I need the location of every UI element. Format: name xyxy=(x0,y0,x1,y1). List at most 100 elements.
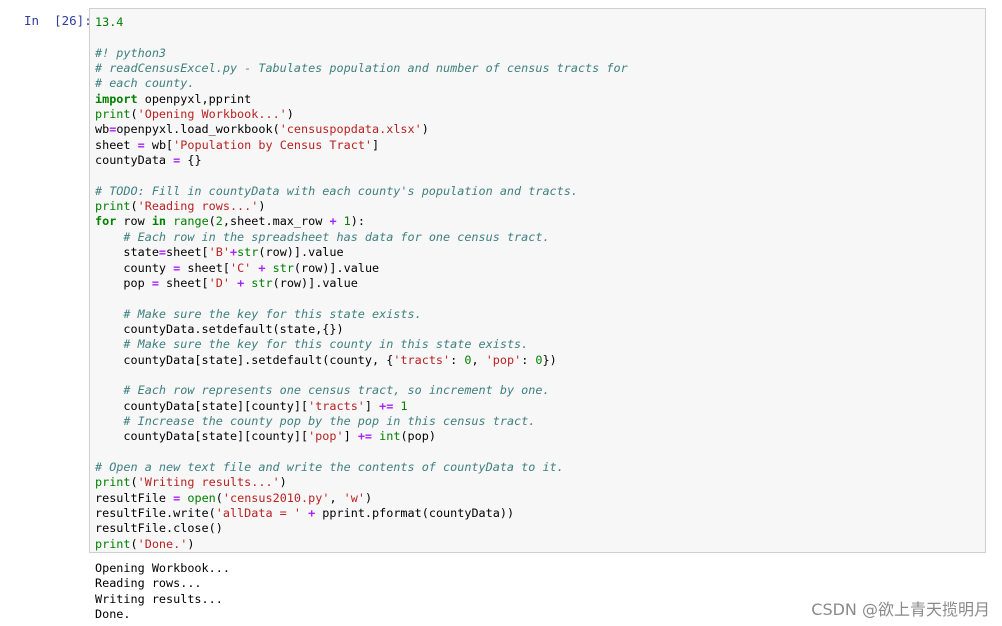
code-token: (row)].value xyxy=(272,275,358,290)
code-token: , xyxy=(329,490,344,505)
code-line: county = sheet['C' + str(row)].value xyxy=(95,261,628,276)
code-token: int xyxy=(379,429,401,444)
code-line: resultFile = open('census2010.py', 'w') xyxy=(95,491,628,506)
code-token: ( xyxy=(130,475,138,490)
code-token: pprint.pformat(countyData)) xyxy=(315,506,515,520)
code-line: pop = sheet['D' + str(row)].value xyxy=(95,276,628,291)
code-token: # Make sure the key for this county in t… xyxy=(123,337,529,352)
code-line: print('Done.') xyxy=(95,537,628,552)
code-token: }) xyxy=(542,352,557,367)
code-token: # TODO: Fill in countyData with each cou… xyxy=(95,183,578,198)
code-token: ( xyxy=(130,107,138,122)
code-token: 'B' xyxy=(208,245,230,260)
code-token: countyData[state][county][ xyxy=(95,429,309,444)
code-token: sheet xyxy=(95,137,138,152)
code-token: for xyxy=(95,214,117,229)
code-token: {} xyxy=(180,153,202,168)
code-line: # Open a new text file and write the con… xyxy=(95,460,628,475)
code-token: = xyxy=(158,245,167,260)
code-token: ) xyxy=(286,107,294,122)
code-token: 'Population by Census Tract' xyxy=(173,137,373,152)
code-token: ( xyxy=(130,199,138,214)
code-line: resultFile.write('allData = ' + pprint.p… xyxy=(95,506,628,521)
output-line: Reading rows... xyxy=(95,576,202,591)
code-token: wb xyxy=(95,122,110,137)
code-line: countyData.setdefault(state,{}) xyxy=(95,322,628,337)
code-token: 'tracts' xyxy=(308,398,365,413)
code-line: #! python3 xyxy=(95,46,628,61)
code-token: (row)].value xyxy=(293,260,380,275)
code-token: 'Done.' xyxy=(137,536,188,551)
code-token: = xyxy=(137,137,145,152)
code-token: , xyxy=(471,352,486,367)
code-token: str xyxy=(272,260,294,275)
code-token: ,sheet.max_row xyxy=(222,214,330,229)
code-token: openpyxl.load_workbook( xyxy=(116,122,280,137)
code-token: countyData[state].setdefault(county, { xyxy=(95,352,394,367)
code-token: county xyxy=(95,260,174,275)
code-line: sheet = wb['Population by Census Tract'] xyxy=(95,138,628,153)
code-token: sheet[ xyxy=(180,260,230,275)
code-line: for row in range(2,sheet.max_row + 1): xyxy=(95,214,628,229)
code-line: # each county. xyxy=(95,76,628,91)
code-token: wb[ xyxy=(144,137,174,152)
code-token: # Make sure the key for this state exist… xyxy=(123,306,422,321)
code-input-area[interactable]: 13.4 #! python3 # readCensusExcel.py - Tab… xyxy=(89,8,986,553)
code-token: += xyxy=(379,398,394,413)
code-line: # Make sure the key for this county in t… xyxy=(95,337,628,352)
code-line: state=sheet['B'+str(row)].value xyxy=(95,245,628,260)
code-token: ) xyxy=(421,122,429,137)
code-token: ( xyxy=(208,214,216,229)
code-token: + xyxy=(329,214,337,229)
code-token: 1 xyxy=(400,398,408,413)
code-line: countyData = {} xyxy=(95,153,628,168)
code-line: print('Opening Workbook...') xyxy=(95,107,628,122)
code-token: # Each row in the spreadsheet has data f… xyxy=(123,229,550,244)
code-token: countyData[state][county][ xyxy=(95,398,309,413)
code-token: print xyxy=(95,107,131,122)
code-token: (row)].value xyxy=(258,245,344,260)
code-token: # Open a new text file and write the con… xyxy=(95,459,564,474)
code-token: 2 xyxy=(215,214,223,229)
code-token: str xyxy=(237,245,259,260)
code-token: print xyxy=(95,536,131,551)
output-line: Writing results... xyxy=(95,591,223,606)
output-line: Opening Workbook... xyxy=(95,561,230,575)
code-token: in xyxy=(151,214,167,229)
code-token: 'census2010.py' xyxy=(222,490,330,505)
code-token: state xyxy=(95,245,159,260)
code-line: 13.4 xyxy=(95,15,628,30)
code-line: # Each row represents one census tract, … xyxy=(95,383,628,398)
code-token: resultFile.write( xyxy=(95,506,216,520)
code-token: sheet[ xyxy=(166,245,209,260)
code-token: : xyxy=(521,352,536,367)
code-line: # Increase the county pop by the pop in … xyxy=(95,414,628,429)
code-line: countyData[state][county]['tracts'] += 1 xyxy=(95,399,628,414)
code-line: print('Writing results...') xyxy=(95,475,628,490)
code-token: + xyxy=(258,260,266,275)
code-token: 'w' xyxy=(343,490,365,505)
code-token: #! python3 xyxy=(95,45,167,60)
code-editor[interactable]: 13.4 #! python3 # readCensusExcel.py - Tab… xyxy=(95,15,628,552)
code-token: 'allData = ' xyxy=(215,506,301,520)
code-token: += xyxy=(357,429,373,444)
watermark-text: CSDN @欲上青天揽明月 xyxy=(811,600,990,619)
code-token: ): xyxy=(350,214,365,229)
code-token: import xyxy=(95,91,138,106)
code-line: # readCensusExcel.py - Tabulates populat… xyxy=(95,61,628,76)
code-token: 'pop' xyxy=(485,352,522,367)
code-token: ) xyxy=(187,536,195,551)
code-token: 13.4 xyxy=(95,15,124,29)
code-line: resultFile.close() xyxy=(95,521,628,536)
